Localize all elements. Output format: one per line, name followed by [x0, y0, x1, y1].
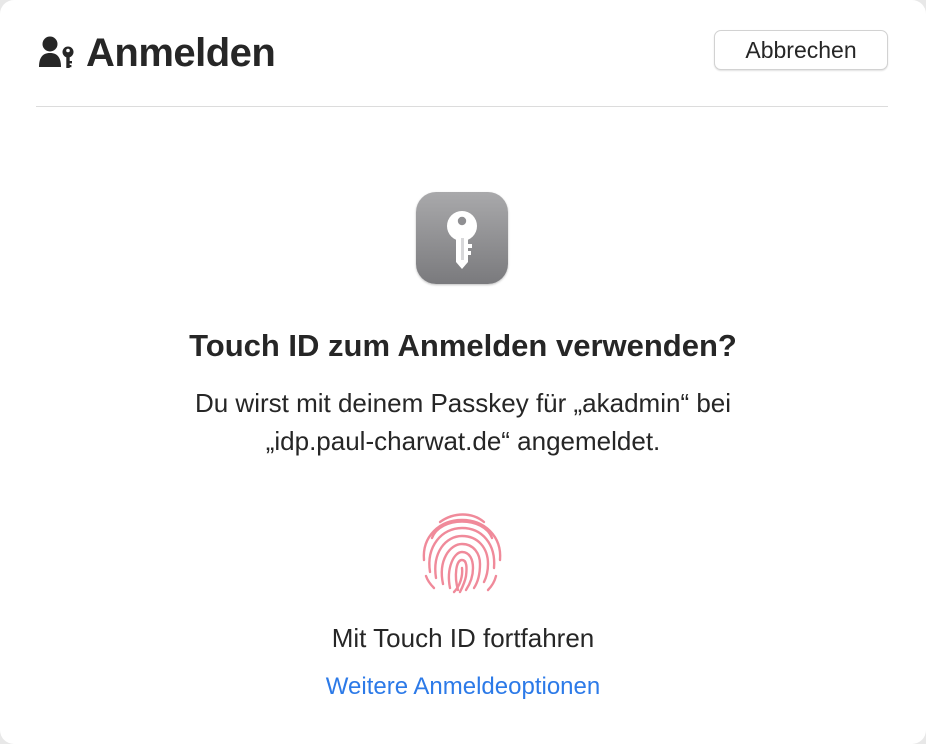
keychain-key-icon	[416, 192, 508, 284]
fingerprint-icon[interactable]	[416, 506, 508, 598]
touch-id-label: Mit Touch ID fortfahren	[331, 623, 595, 653]
header-divider	[36, 106, 888, 107]
prompt-message-line-1: Du wirst mit deinem Passkey für „akadmin…	[194, 388, 732, 418]
more-signin-options-link[interactable]: Weitere Anmeldeoptionen	[0, 670, 926, 704]
passkey-signin-dialog: Anmelden Abbrechen Touch ID zum Anmelden…	[0, 0, 926, 744]
dialog-title: Anmelden	[86, 31, 276, 75]
cancel-button[interactable]: Abbrechen	[714, 30, 888, 70]
prompt-message-line-2: „idp.paul-charwat.de“ angemeldet.	[265, 426, 661, 456]
prompt-heading: Touch ID zum Anmelden verwenden?	[189, 328, 737, 363]
person-key-icon	[39, 36, 77, 70]
dialog-header: Anmelden Abbrechen	[36, 24, 888, 82]
prompt-message: Du wirst mit deinem Passkey für „akadmin…	[0, 384, 926, 460]
